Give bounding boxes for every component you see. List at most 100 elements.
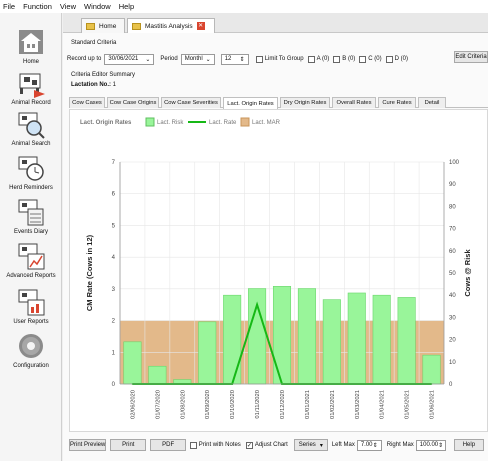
- risk-bar: [397, 297, 416, 385]
- tab-cow-cases[interactable]: Cow Cases: [69, 97, 105, 108]
- left-max-value: 7.00: [360, 442, 373, 448]
- x-tick-label: 01/01/2021: [305, 390, 311, 419]
- sidebar-item-advanced-reports[interactable]: Advanced Reports: [0, 241, 62, 279]
- right-max-stepper[interactable]: 100.00 ⇕: [415, 439, 446, 451]
- legend-mar-swatch: [240, 117, 250, 127]
- document-tabs: Home Mastitis Analysis ✕: [63, 13, 488, 33]
- y2-tick-label: 40: [449, 293, 456, 299]
- y2-tick-label: 30: [449, 315, 456, 321]
- period-label: Period: [160, 56, 178, 62]
- tab-lact-origin-rates[interactable]: Lact. Origin Rates: [223, 97, 278, 109]
- group-a-label: A (0): [316, 56, 330, 62]
- menu-bar: File Function View Window Help: [0, 0, 488, 13]
- cow-record-icon: [16, 68, 46, 98]
- sidebar-item-configuration[interactable]: Configuration: [0, 331, 62, 369]
- tab-label: Mastitis Analysis: [145, 22, 193, 30]
- y2-axis-title: Cows @ Risk: [463, 249, 472, 297]
- group-d-checkbox[interactable]: [385, 55, 393, 63]
- right-max-label: Right Max: [386, 442, 414, 448]
- y-tick-label: 0: [112, 382, 116, 388]
- cow-report-icon: [16, 287, 46, 317]
- y2-tick-label: 70: [449, 227, 456, 233]
- series-label: Series: [298, 442, 316, 448]
- y-tick-label: 1: [112, 350, 116, 356]
- rate-point: [256, 303, 258, 306]
- pdf-button[interactable]: PDF: [150, 439, 187, 451]
- folder-icon: [132, 22, 141, 30]
- tab-cow-case-severities[interactable]: Cow Case Severities: [161, 97, 221, 108]
- legend-risk-label: Lact. Risk: [157, 120, 184, 126]
- menu-file[interactable]: File: [3, 2, 15, 11]
- print-with-notes-checkbox[interactable]: [190, 441, 197, 449]
- criteria-summary-title: Criteria Editor Summary: [71, 72, 136, 78]
- tab-cow-case-origins[interactable]: Cow Case Origins: [107, 97, 159, 108]
- group-b-checkbox[interactable]: [333, 55, 341, 63]
- group-c-label: C (0): [368, 56, 382, 62]
- print-button[interactable]: Print: [110, 439, 147, 451]
- y-tick-label: 7: [112, 160, 116, 166]
- y2-tick-label: 0: [449, 382, 453, 388]
- sidebar-item-label: Configuration: [13, 363, 49, 369]
- adjust-chart-checkbox[interactable]: ✓: [245, 441, 253, 449]
- sidebar-item-label: Home: [22, 59, 39, 65]
- edit-criteria-button[interactable]: Edit Criteria: [454, 51, 488, 63]
- y2-tick-label: 50: [449, 271, 456, 277]
- print-preview-button[interactable]: Print Preview: [69, 439, 107, 451]
- y-tick-label: 2: [112, 319, 116, 325]
- series-dropdown-button[interactable]: Series ▾: [293, 439, 328, 451]
- gear-icon: [16, 331, 46, 361]
- record-up-to-date[interactable]: 30/06/2021 ⌄: [104, 53, 155, 65]
- lactation-line: Lactation No.: 1: [71, 82, 116, 88]
- x-tick-label: 01/02/2021: [330, 390, 336, 419]
- chevron-down-icon: ⌄: [145, 56, 151, 63]
- y2-tick-label: 20: [449, 338, 456, 344]
- sidebar-item-events-diary[interactable]: Events Diary: [0, 197, 62, 235]
- group-a-checkbox[interactable]: [307, 55, 315, 63]
- sidebar-item-herd-reminders[interactable]: Herd Reminders: [0, 153, 62, 191]
- menu-view[interactable]: View: [60, 2, 76, 11]
- sidebar-item-label: Herd Reminders: [9, 185, 53, 191]
- tab-dry-origin-rates[interactable]: Dry Origin Rates: [280, 97, 330, 108]
- risk-bar: [272, 286, 292, 385]
- sidebar-item-label: Animal Record: [11, 100, 51, 106]
- chart-panel: Lact. Origin Rates Lact. Risk Lact. Rate La…: [69, 109, 488, 432]
- y-tick-label: 5: [112, 223, 116, 229]
- y-tick-label: 4: [112, 255, 116, 261]
- menu-function[interactable]: Function: [23, 2, 52, 11]
- group-b-label: B (0): [342, 56, 356, 62]
- menu-help[interactable]: Help: [119, 2, 134, 11]
- y-axis-title: CM Rate (Cows in 12): [85, 234, 94, 311]
- left-max-label: Left Max: [331, 442, 355, 448]
- close-icon[interactable]: ✕: [196, 22, 205, 30]
- group-c-checkbox[interactable]: [359, 55, 367, 63]
- tab-overall-rates[interactable]: Overall Rates: [332, 97, 376, 108]
- risk-bar: [198, 321, 217, 385]
- period-unit-select[interactable]: Monthl ⌄: [180, 53, 215, 65]
- menu-window[interactable]: Window: [84, 2, 111, 11]
- sidebar-item-user-reports[interactable]: User Reports: [0, 287, 62, 325]
- sidebar-item-home[interactable]: Home: [0, 27, 62, 65]
- risk-bar: [347, 292, 366, 385]
- tab-mastitis-analysis[interactable]: Mastitis Analysis ✕: [127, 18, 215, 33]
- sidebar: Home Animal Record Animal Search Herd Re…: [0, 13, 62, 461]
- legend-title: Lact. Origin Rates: [80, 120, 132, 126]
- record-up-to-label: Record up to: [67, 56, 102, 62]
- y2-tick-label: 80: [449, 204, 456, 210]
- sidebar-item-animal-search[interactable]: Animal Search: [0, 109, 62, 147]
- x-tick-label: 01/07/2020: [155, 390, 161, 419]
- tab-cure-rates[interactable]: Cure Rates: [378, 97, 416, 108]
- tab-label: Home: [99, 22, 117, 30]
- sidebar-item-label: Advanced Reports: [6, 273, 56, 279]
- period-value-stepper[interactable]: 12 ⇕: [220, 53, 249, 65]
- chevron-down-icon: ▾: [319, 442, 323, 449]
- sidebar-item-animal-record[interactable]: Animal Record: [0, 68, 62, 106]
- risk-bar: [297, 288, 316, 385]
- limit-to-group-checkbox[interactable]: [255, 55, 263, 63]
- tab-detail[interactable]: Detail: [418, 97, 446, 108]
- x-tick-label: 01/11/2020: [255, 390, 261, 419]
- help-button[interactable]: Help: [453, 439, 484, 451]
- tab-home[interactable]: Home: [81, 18, 125, 33]
- x-tick-label: 01/05/2021: [405, 390, 411, 419]
- risk-bar: [372, 294, 391, 385]
- left-max-stepper[interactable]: 7.00 ⇕: [356, 439, 382, 451]
